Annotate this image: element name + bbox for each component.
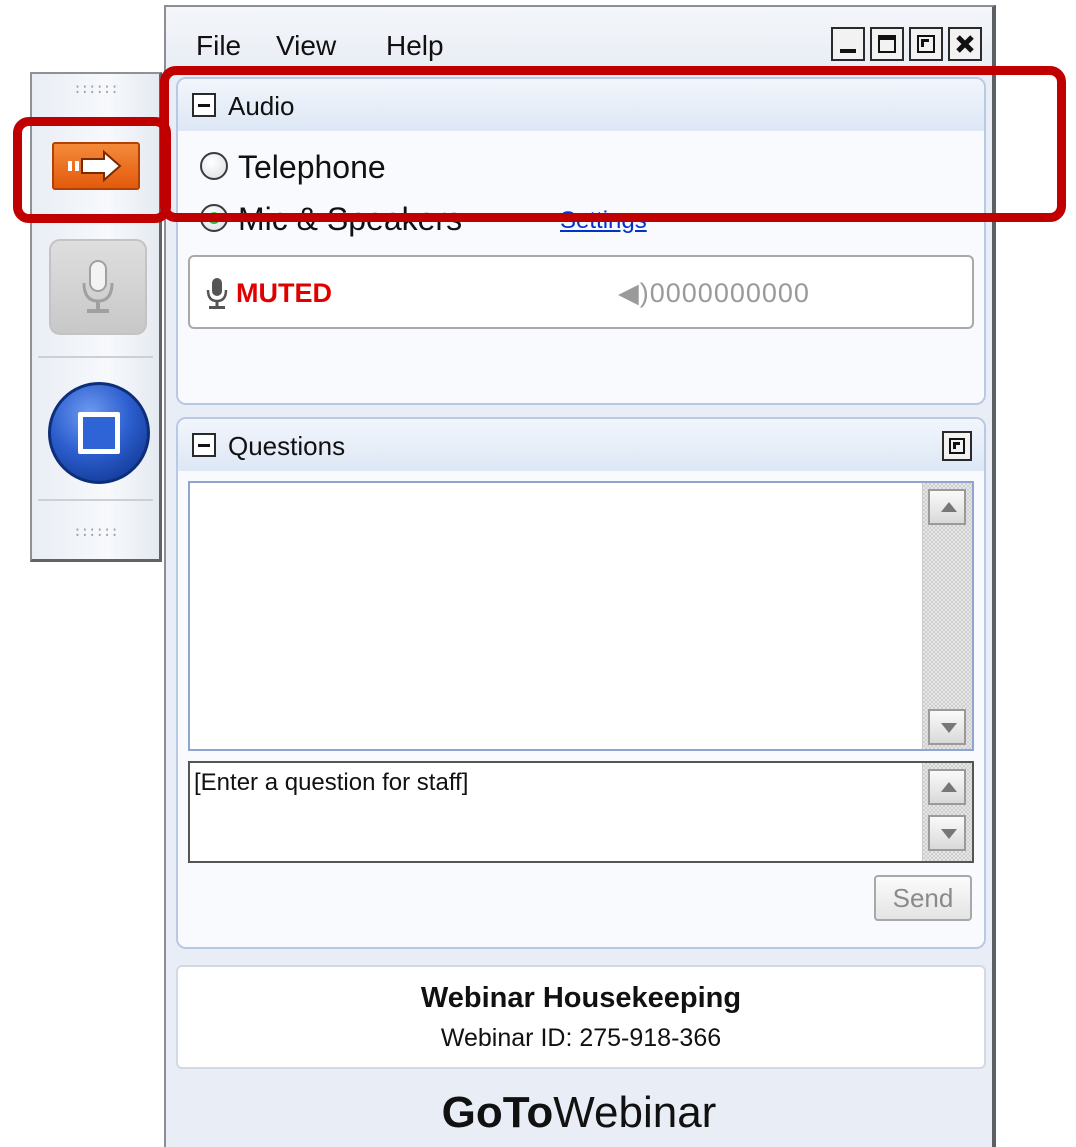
muted-status: MUTED — [236, 278, 332, 308]
question-input[interactable] — [190, 763, 922, 861]
chevron-down-icon — [941, 829, 957, 839]
minimize-icon — [840, 49, 856, 53]
screen-share-button[interactable] — [48, 382, 150, 484]
microphone-button[interactable] — [49, 239, 147, 335]
close-button[interactable] — [948, 27, 982, 61]
minimize-button[interactable] — [831, 27, 865, 61]
questions-title: Questions — [228, 431, 346, 461]
maximize-button[interactable] — [870, 27, 904, 61]
audio-highlight-frame — [160, 66, 1066, 222]
scroll-down-button[interactable] — [928, 815, 966, 851]
grip-bottom-icon[interactable]: :::::: — [32, 523, 159, 541]
window-controls — [831, 27, 982, 63]
questions-log[interactable] — [188, 481, 974, 751]
scroll-up-button[interactable] — [928, 769, 966, 805]
questions-popout-button[interactable] — [942, 431, 972, 461]
tab-divider — [38, 499, 153, 501]
maximize-icon — [878, 35, 896, 53]
webinar-info-box: Webinar Housekeeping Webinar ID: 275-918… — [176, 965, 986, 1069]
tab-divider — [38, 356, 153, 358]
restore-button[interactable] — [909, 27, 943, 61]
restore-icon — [917, 35, 935, 53]
menu-bar: File View Help — [166, 7, 992, 73]
menu-view[interactable]: View — [276, 29, 336, 63]
popout-icon — [949, 438, 965, 454]
microphone-icon — [82, 260, 114, 313]
audio-status-box: MUTED ◀)0000000000 — [188, 255, 974, 329]
webinar-id: Webinar ID: 275-918-366 — [440, 1024, 722, 1052]
chevron-up-icon — [941, 502, 957, 512]
grip-top-icon[interactable]: :::::: — [32, 80, 159, 98]
close-icon — [956, 35, 974, 53]
questions-collapse-button[interactable] — [192, 433, 216, 457]
logo-part-webinar: Webinar — [553, 1088, 717, 1137]
chevron-down-icon — [941, 723, 957, 733]
scroll-down-button[interactable] — [928, 709, 966, 745]
send-button[interactable]: Send — [874, 875, 972, 921]
microphone-muted-icon — [206, 278, 228, 309]
menu-file[interactable]: File — [196, 29, 241, 63]
webinar-title: Webinar Housekeeping — [420, 982, 742, 1014]
menu-help[interactable]: Help — [386, 29, 444, 63]
scroll-up-button[interactable] — [928, 489, 966, 525]
question-input-scrollbar[interactable] — [922, 763, 972, 861]
question-input-box — [188, 761, 974, 863]
screen-share-icon — [78, 412, 120, 454]
questions-section: Questions Send — [176, 417, 986, 949]
logo-part-goto: GoTo — [441, 1088, 554, 1137]
chevron-up-icon — [941, 782, 957, 792]
questions-log-scrollbar[interactable] — [922, 483, 972, 749]
questions-header: Questions — [178, 419, 984, 471]
gotowebinar-logo: GoToWebinar — [166, 1087, 992, 1139]
speaker-level-meter: ◀)0000000000 — [618, 278, 810, 308]
arrow-highlight-frame — [13, 117, 171, 223]
